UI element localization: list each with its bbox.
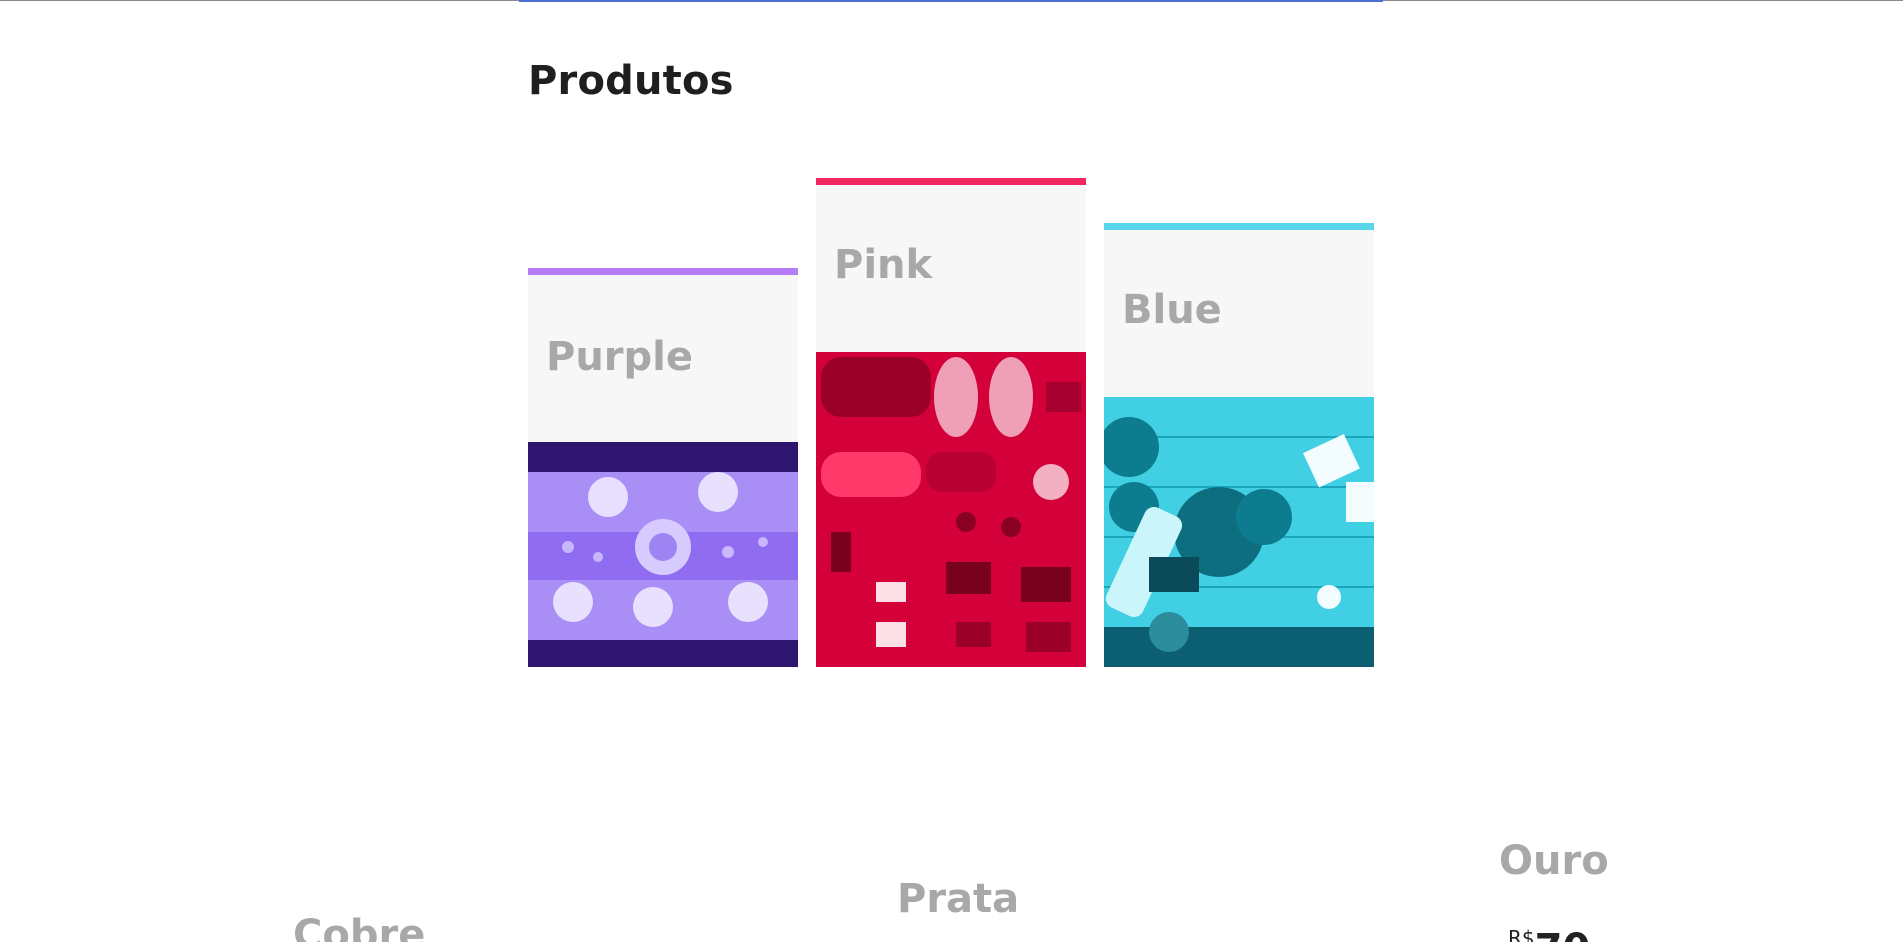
- plan-price-ouro: R$70: [1508, 926, 1590, 942]
- price-currency: R$: [1508, 926, 1535, 942]
- flowers-desk-photo: [1104, 397, 1374, 667]
- product-label: Pink: [834, 242, 933, 288]
- plan-name-prata: Prata: [897, 876, 1020, 922]
- price-amount: 70: [1535, 926, 1591, 942]
- product-card-blue[interactable]: Blue: [1104, 223, 1374, 667]
- table-setting-photo: [528, 442, 798, 667]
- product-card-pink[interactable]: Pink: [816, 178, 1086, 667]
- section-title: Produtos: [528, 58, 734, 104]
- plan-name-cobre: Cobre: [293, 912, 426, 942]
- header-accent-line: [519, 0, 1383, 2]
- product-label: Blue: [1122, 287, 1222, 333]
- travel-gear-flatlay-photo: [816, 352, 1086, 667]
- product-label: Purple: [546, 334, 693, 380]
- card-color-bar: [1104, 223, 1374, 230]
- product-card-purple[interactable]: Purple: [528, 268, 798, 667]
- card-color-bar: [816, 178, 1086, 185]
- plan-name-ouro: Ouro: [1499, 838, 1609, 884]
- card-color-bar: [528, 268, 798, 275]
